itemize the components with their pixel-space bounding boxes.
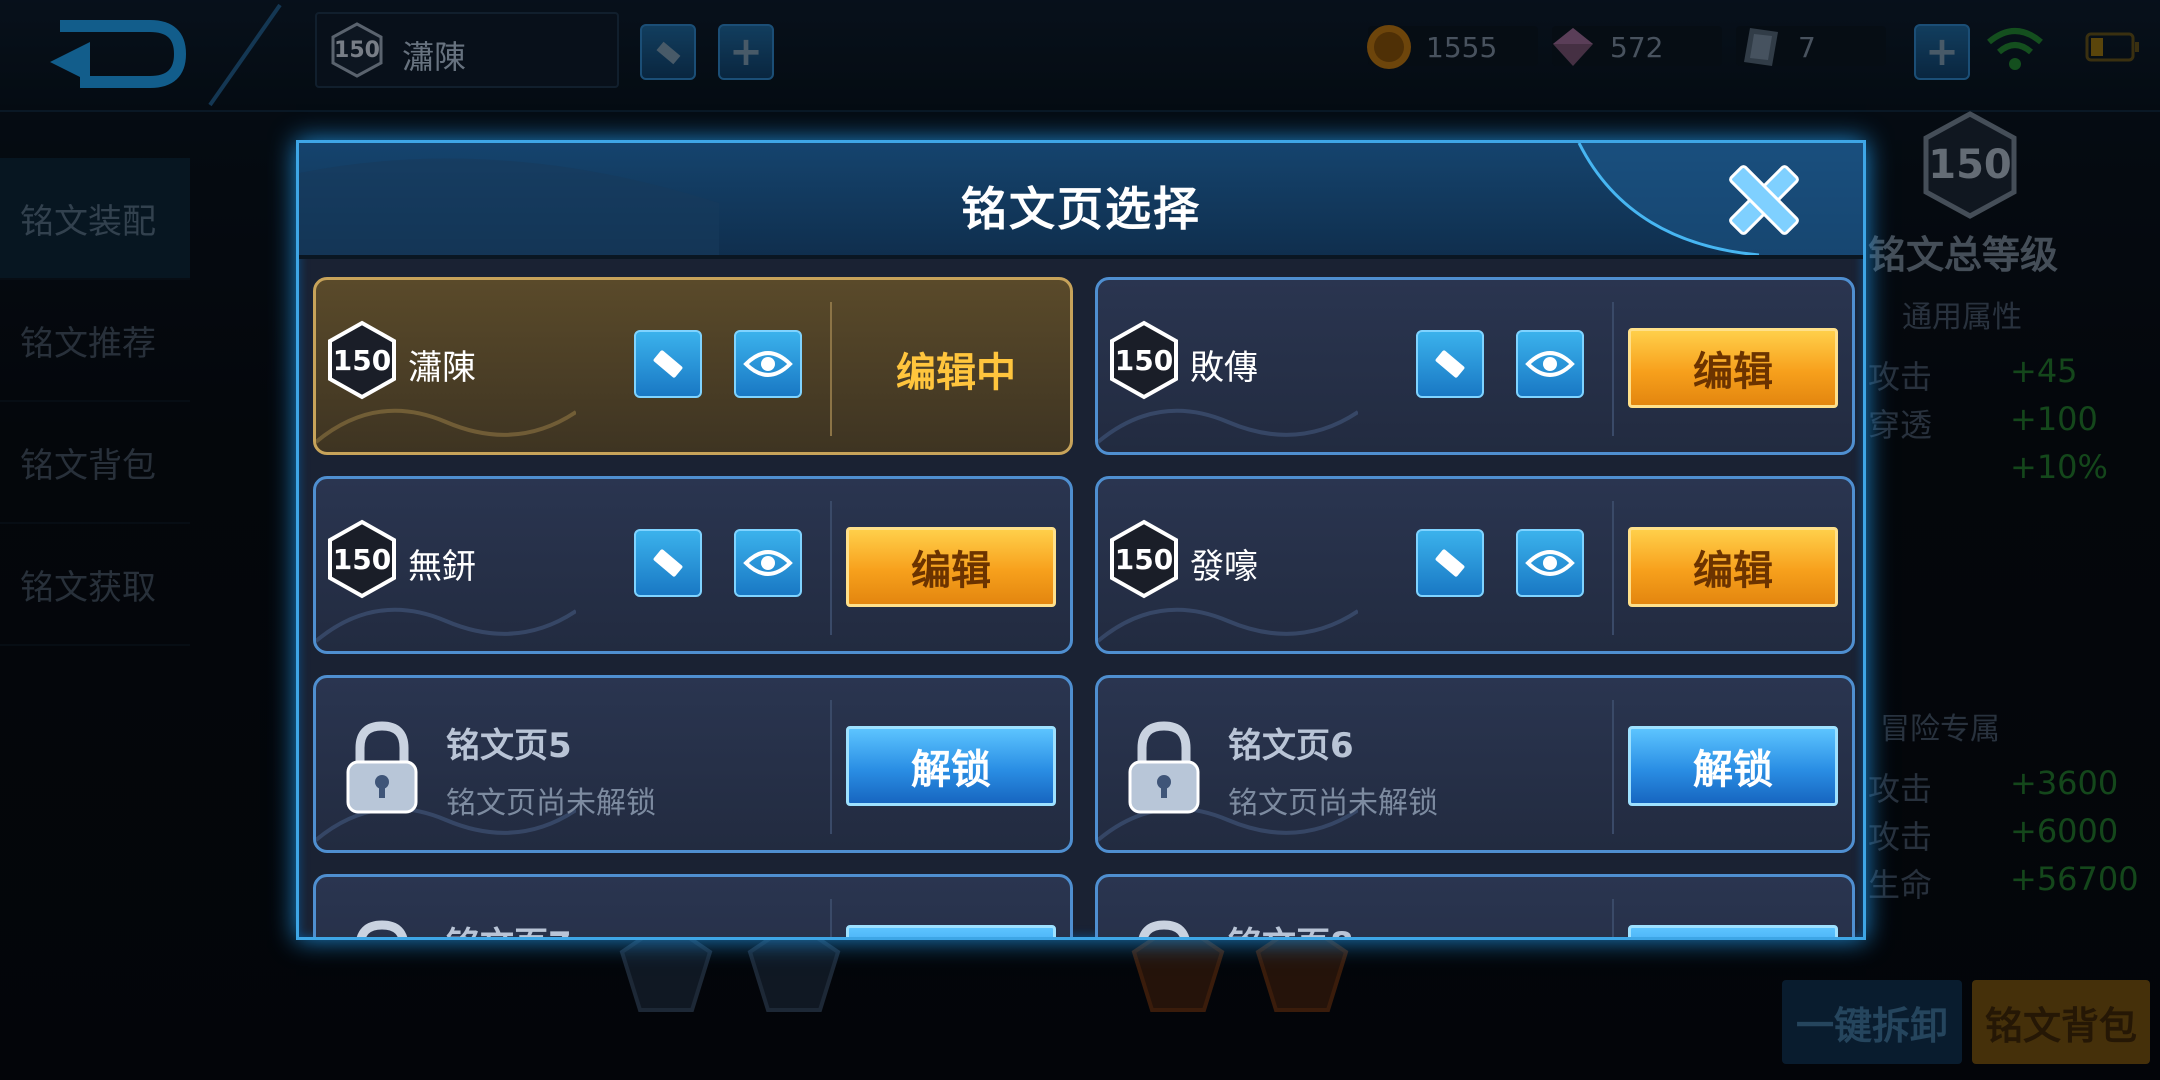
- preview-button[interactable]: [1516, 330, 1584, 398]
- page-name: 敗傳: [1190, 348, 1258, 388]
- card-divider: [830, 899, 832, 937]
- pencil-icon: [1435, 549, 1465, 577]
- pencil-icon: [1435, 350, 1465, 378]
- dialog-header: 铭文页选择: [299, 143, 1863, 258]
- lock-icon: [1128, 721, 1200, 814]
- rename-button[interactable]: [1416, 529, 1484, 597]
- rename-button[interactable]: [1416, 330, 1484, 398]
- eye-icon: [1525, 550, 1575, 576]
- close-icon[interactable]: [1721, 157, 1807, 243]
- rename-button[interactable]: [634, 529, 702, 597]
- card-divider: [830, 302, 832, 436]
- rune-page-card[interactable]: 150 敗傳 编辑: [1095, 277, 1855, 455]
- lock-icon: [1138, 920, 1190, 937]
- unlock-button[interactable]: [1628, 925, 1838, 937]
- locked-page-card[interactable]: 铭文页6 铭文页尚未解锁 解锁: [1095, 675, 1855, 853]
- rune-page-card[interactable]: 150 發嚎 编辑: [1095, 476, 1855, 654]
- unlock-button[interactable]: 解锁: [846, 726, 1056, 806]
- page-name: 發嚎: [1190, 547, 1258, 587]
- lock-icon: [356, 920, 408, 937]
- rename-button[interactable]: [634, 330, 702, 398]
- rune-page-card[interactable]: 150 無鈃 编辑: [313, 476, 1073, 654]
- card-divider: [1612, 302, 1614, 436]
- card-divider: [1612, 899, 1614, 937]
- preview-button[interactable]: [734, 330, 802, 398]
- page-name: 瀟陳: [408, 348, 476, 388]
- page-level: 150: [332, 343, 392, 377]
- locked-page-subtitle: 铭文页尚未解锁: [1228, 786, 1438, 821]
- locked-page-title: 铭文页6: [1228, 726, 1354, 766]
- page-level: 150: [332, 542, 392, 576]
- locked-page-title: 铭文页5: [446, 726, 572, 766]
- card-divider: [830, 700, 832, 834]
- header-divider: [299, 255, 1863, 259]
- page-name: 無鈃: [408, 547, 476, 587]
- locked-page-title: 铭文页7: [446, 917, 572, 937]
- preview-button[interactable]: [734, 529, 802, 597]
- eye-icon: [743, 351, 793, 377]
- edit-button[interactable]: 编辑: [1628, 527, 1838, 607]
- preview-button[interactable]: [1516, 529, 1584, 597]
- card-divider: [830, 501, 832, 635]
- page-level: 150: [1114, 542, 1174, 576]
- editing-status: 编辑中: [896, 350, 1016, 396]
- rune-page-select-dialog: 铭文页选择 150 瀟陳 编辑中 150 敗傳 编辑 150 無鈃 编辑 150…: [296, 140, 1866, 940]
- unlock-button[interactable]: 解锁: [1628, 726, 1838, 806]
- locked-page-card[interactable]: 铭文页5 铭文页尚未解锁 解锁: [313, 675, 1073, 853]
- card-divider: [1612, 501, 1614, 635]
- dialog-title: 铭文页选择: [961, 182, 1201, 236]
- page-level: 150: [1114, 343, 1174, 377]
- card-divider: [1612, 700, 1614, 834]
- unlock-button[interactable]: [846, 925, 1056, 937]
- locked-page-card[interactable]: 铭文页7: [313, 874, 1073, 937]
- eye-icon: [743, 550, 793, 576]
- eye-icon: [1525, 351, 1575, 377]
- lock-icon: [346, 721, 418, 814]
- locked-page-title: 铭文页8: [1228, 917, 1354, 937]
- locked-page-subtitle: 铭文页尚未解锁: [446, 786, 656, 821]
- rune-page-card[interactable]: 150 瀟陳 编辑中: [313, 277, 1073, 455]
- edit-button[interactable]: 编辑: [846, 527, 1056, 607]
- locked-page-card[interactable]: 铭文页8: [1095, 874, 1855, 937]
- pencil-icon: [653, 350, 683, 378]
- edit-button[interactable]: 编辑: [1628, 328, 1838, 408]
- pencil-icon: [653, 549, 683, 577]
